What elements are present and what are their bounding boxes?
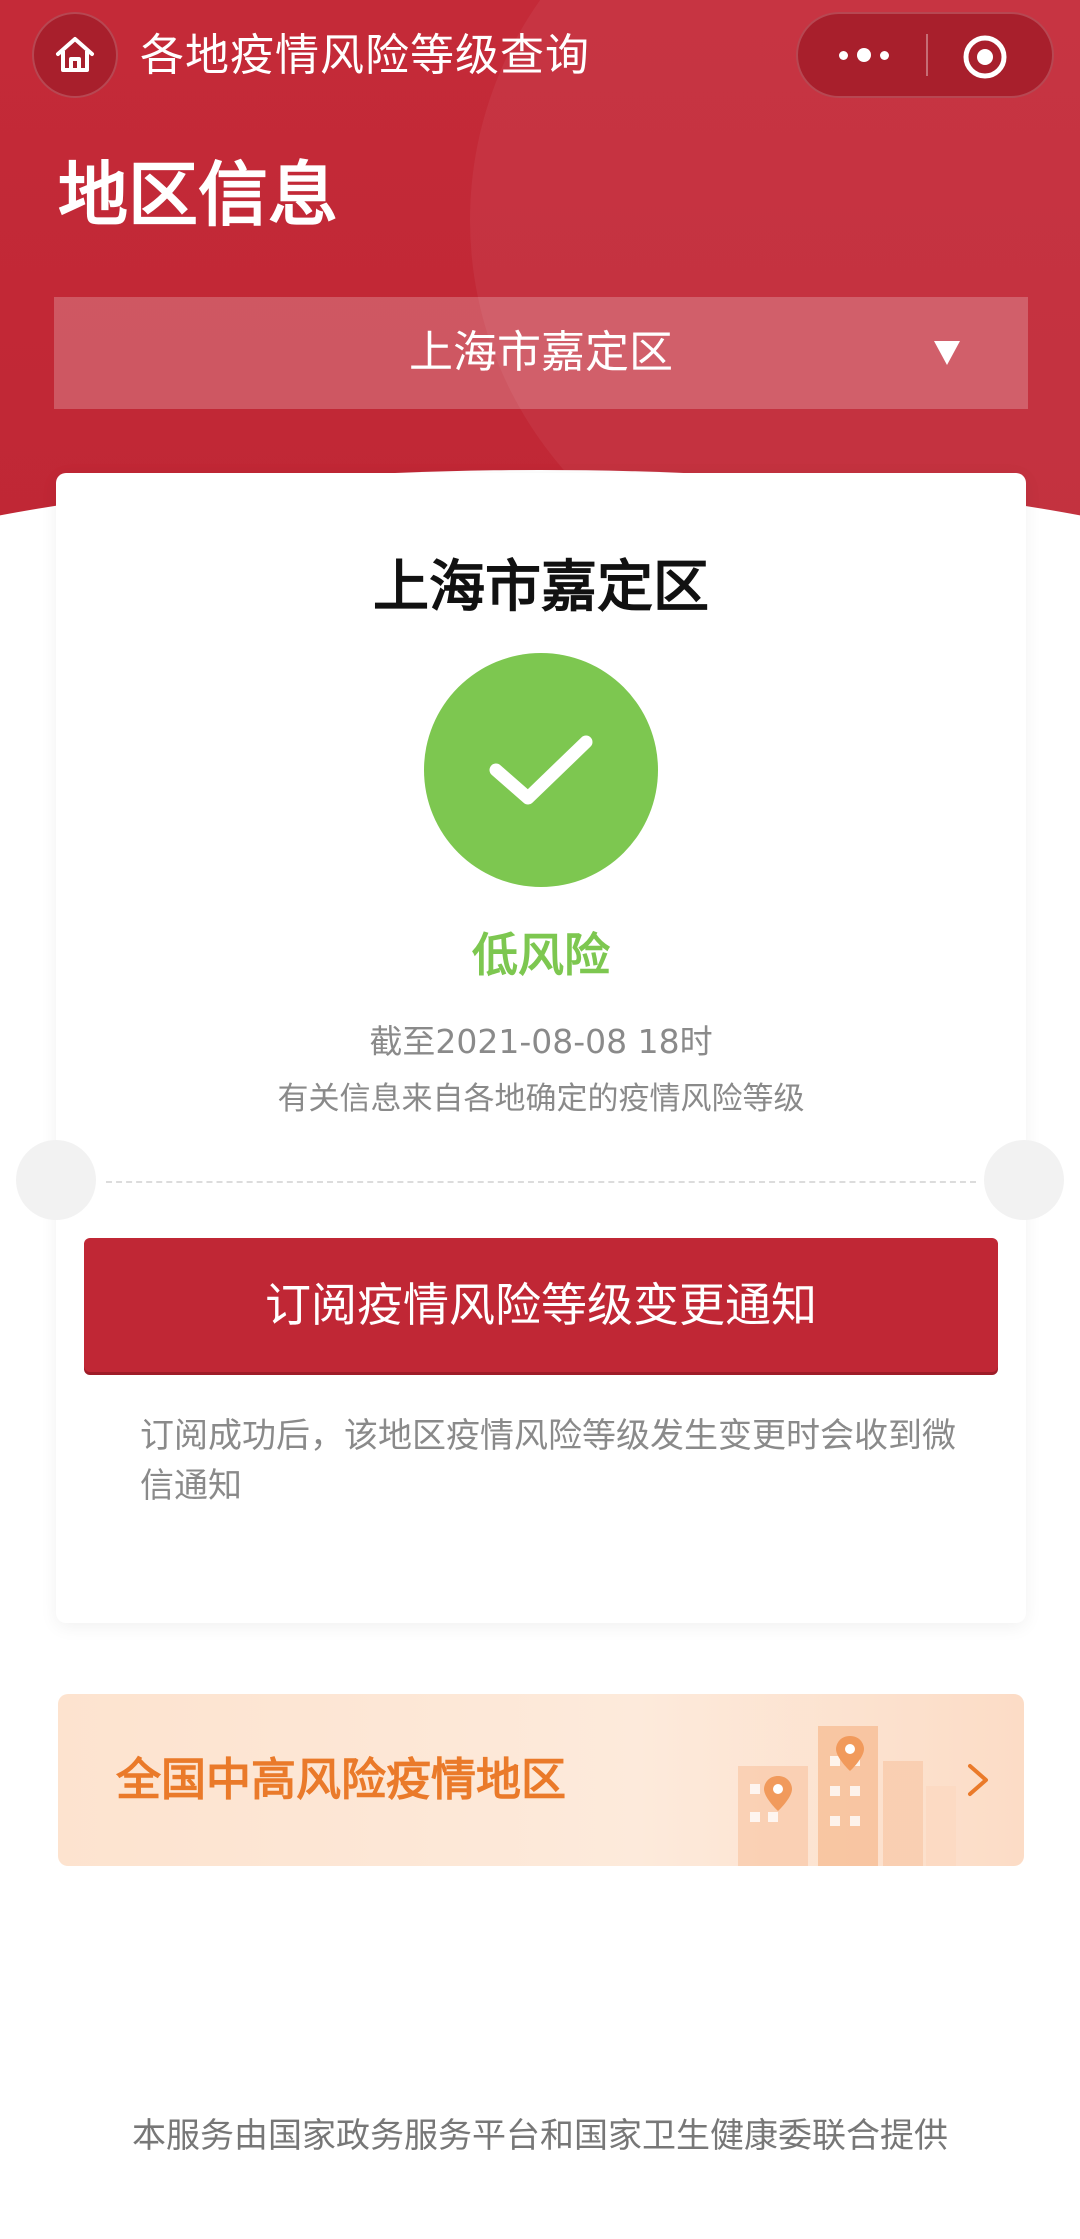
section-title: 地区信息: [58, 154, 338, 236]
chevron-right-icon: [968, 1764, 988, 1796]
card-region-name: 上海市嘉定区: [373, 555, 709, 620]
home-icon: [56, 37, 94, 72]
status-badge: [424, 653, 658, 887]
update-time: 截至2021-08-08 18时: [369, 1022, 713, 1061]
city-illustration-icon: [738, 1726, 956, 1866]
risk-level: 低风险: [472, 928, 610, 982]
banner-label: 全国中高风险疫情地区: [116, 1753, 567, 1806]
more-icon: [839, 48, 889, 62]
target-icon[interactable]: [962, 34, 1008, 80]
card-notch-left: [16, 1140, 96, 1220]
footer-note: 本服务由国家政务服务平台和国家卫生健康委联合提供: [132, 2116, 948, 2156]
region-select-value: 上海市嘉定区: [409, 327, 673, 378]
card-notch-right: [984, 1140, 1064, 1220]
miniprogram-capsule: [796, 12, 1054, 98]
result-card: 上海市嘉定区 低风险 截至2021-08-08 18时 有关信息来自各地确定的疫…: [56, 473, 1026, 1623]
subscribe-note: 订阅成功后，该地区疫情风险等级发生变更时会收到微信通知: [140, 1416, 956, 1506]
info-source-note: 有关信息来自各地确定的疫情风险等级: [277, 1081, 805, 1117]
more-button[interactable]: [826, 36, 902, 74]
capsule-divider: [926, 34, 928, 76]
home-button[interactable]: [32, 12, 118, 98]
check-icon: [489, 735, 593, 805]
card-divider: [106, 1181, 976, 1183]
app-title: 各地疫情风险等级查询: [140, 30, 590, 81]
region-select[interactable]: 上海市嘉定区: [54, 297, 1028, 409]
high-risk-areas-banner[interactable]: 全国中高风险疫情地区: [58, 1694, 1024, 1866]
dropdown-arrow-icon: [934, 341, 960, 365]
subscribe-button[interactable]: 订阅疫情风险等级变更通知: [84, 1238, 998, 1372]
